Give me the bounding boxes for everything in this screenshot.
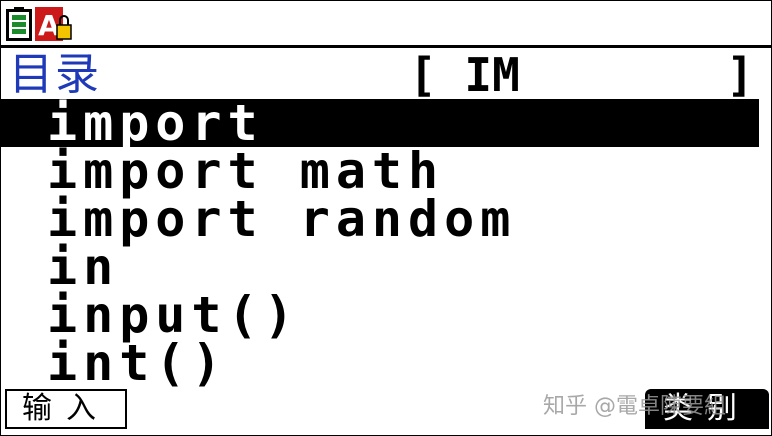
catalog-item-int[interactable]: int() (1, 338, 771, 388)
battery-icon (6, 7, 32, 41)
input-softkey[interactable]: 输入 (5, 389, 127, 429)
status-bar: A (1, 1, 771, 45)
catalog-item-label: int() (47, 334, 228, 392)
catalog-item-import-random[interactable]: import random (1, 194, 771, 244)
catalog-item-input[interactable]: input() (1, 290, 771, 340)
catalog-item-import-math[interactable]: import math (1, 146, 771, 196)
search-text: IM (464, 48, 520, 102)
calculator-screen: A 目录 [ IM ] import import math import ra… (0, 0, 772, 436)
status-divider (1, 45, 771, 48)
search-field[interactable]: [ IM ] (409, 49, 754, 101)
catalog-item-in[interactable]: in (1, 242, 771, 292)
search-prefix: [ IM (409, 49, 520, 101)
watermark: 知乎 @電卓陳要組 (543, 394, 726, 419)
catalog-item-import[interactable]: import (1, 98, 759, 148)
search-open-bracket: [ (409, 48, 437, 102)
catalog-list: import import math import random in inpu… (1, 98, 771, 388)
search-close-bracket: ] (726, 48, 754, 102)
alpha-lock-icon: A (35, 7, 72, 41)
